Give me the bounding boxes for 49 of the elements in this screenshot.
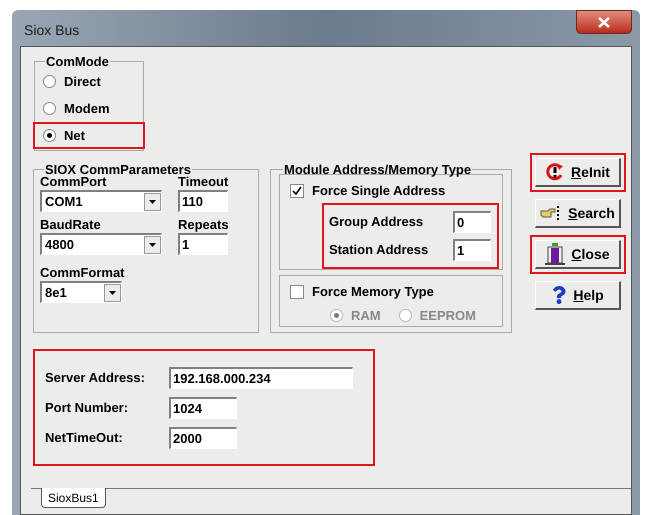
action-button[interactable]: Search <box>535 199 621 228</box>
help-button[interactable]: Help <box>535 281 621 310</box>
input-field[interactable]: 110 <box>178 190 228 212</box>
group-title: Module Address/Memory Type <box>283 163 472 176</box>
radio-label: Modem <box>64 100 110 118</box>
refresh-warning-icon <box>545 163 566 181</box>
radio-button[interactable] <box>43 129 56 142</box>
field-label: Server Address: <box>45 368 146 387</box>
checkbox-label: Force Memory Type <box>312 283 434 301</box>
dropdown[interactable]: 4800 <box>40 233 162 255</box>
radio-button[interactable] <box>43 102 56 115</box>
input-field[interactable]: 1 <box>178 233 228 255</box>
radio-label: RAM <box>351 306 381 324</box>
field-label: BaudRate <box>40 217 102 233</box>
field-label: Group Address <box>329 213 424 231</box>
checkbox[interactable] <box>290 184 304 198</box>
input-field[interactable]: 192.168.000.234 <box>169 366 353 388</box>
field-label: NetTimeOut: <box>45 428 124 447</box>
field-label: Port Number: <box>45 398 130 417</box>
radio-label: Direct <box>64 72 101 91</box>
field-label: CommFormat <box>40 265 126 281</box>
close-icon <box>598 16 610 28</box>
radio-label: Net <box>64 126 85 145</box>
radio-label: EEPROM <box>420 306 476 324</box>
checkbox-label: Force Single Address <box>312 182 446 200</box>
input-field[interactable]: 0 <box>453 210 491 233</box>
field-label: Station Address <box>329 241 428 259</box>
input-field[interactable]: 1024 <box>169 396 237 418</box>
action-button[interactable]: ReInit <box>535 158 621 187</box>
close-button[interactable] <box>576 10 632 34</box>
input-field[interactable]: 1 <box>453 238 491 261</box>
window-title: Siox Bus <box>24 21 80 40</box>
group-title: ComMode <box>45 55 110 68</box>
input-field[interactable]: 2000 <box>169 426 237 448</box>
dropdown-value: 4800 <box>44 238 75 251</box>
door-figure-icon <box>545 243 566 265</box>
dropdown-value: 8e1 <box>44 286 68 299</box>
checkbox[interactable] <box>290 284 304 299</box>
tab[interactable]: SioxBus1 <box>41 488 106 508</box>
radio-button[interactable] <box>43 75 56 88</box>
dropdown[interactable]: 8e1 <box>40 281 122 303</box>
field-label: CommPort <box>40 174 106 190</box>
group-title: SIOX CommParameters <box>45 163 191 176</box>
action-button[interactable]: Close <box>535 240 621 269</box>
dropdown-value: COM1 <box>44 195 84 208</box>
help-icon <box>551 286 568 304</box>
dropdown[interactable]: COM1 <box>40 190 162 212</box>
field-label: Repeats <box>178 217 230 233</box>
field-label: Timeout <box>178 174 230 190</box>
